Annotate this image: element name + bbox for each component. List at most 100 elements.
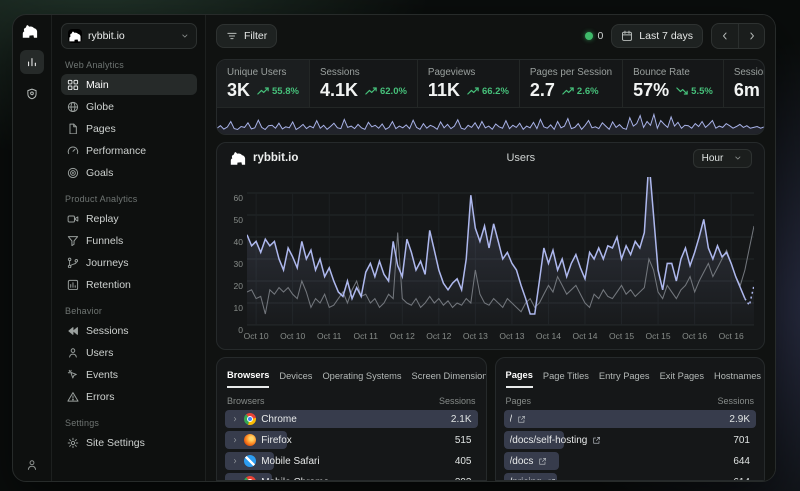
y-tick-label: 10 xyxy=(234,303,243,313)
sidebar-item-sessions[interactable]: Sessions xyxy=(61,320,197,341)
browsers-panel-columns: Browsers Sessions xyxy=(217,391,486,410)
stat-change: 55.8% xyxy=(272,86,299,97)
site-selector[interactable]: rybbit.io xyxy=(61,23,197,49)
plot-area[interactable] xyxy=(247,177,754,329)
user-account-icon[interactable] xyxy=(26,459,38,471)
tab-devices[interactable]: Devices xyxy=(279,371,312,387)
chevron-left-icon xyxy=(719,30,731,42)
plot-wrap: 0102030405060 xyxy=(217,173,764,329)
sidebar-item-label: Errors xyxy=(86,391,115,403)
row-content: / xyxy=(504,414,533,425)
stat-bounce-rate[interactable]: Bounce Rate57%5.5% xyxy=(623,60,724,107)
table-row[interactable]: Mobile Safari405 xyxy=(225,452,478,470)
x-tick-label: Oct 13 xyxy=(499,331,524,341)
sidebar-item-label: Site Settings xyxy=(86,437,145,449)
y-axis: 0102030405060 xyxy=(223,177,247,329)
sidebar-item-pages[interactable]: Pages xyxy=(61,118,197,139)
external-link-icon[interactable] xyxy=(538,457,547,466)
sidebar-item-site-settings[interactable]: Site Settings xyxy=(61,432,197,453)
external-link-icon[interactable] xyxy=(517,415,526,424)
date-pager xyxy=(711,23,765,49)
sidebar-item-label: Events xyxy=(86,369,118,381)
trend-down-icon xyxy=(676,86,688,96)
sidebar-item-label: Main xyxy=(86,79,109,91)
chart-title: Users xyxy=(349,152,693,164)
sidebar-item-errors[interactable]: Errors xyxy=(61,386,197,407)
table-row[interactable]: /docs644 xyxy=(504,452,757,470)
sidebar-item-users[interactable]: Users xyxy=(61,342,197,363)
table-row[interactable]: Firefox515 xyxy=(225,431,478,449)
topbar-right: 0 Last 7 days xyxy=(585,23,765,49)
tab-page-titles[interactable]: Page Titles xyxy=(543,371,589,387)
tab-browsers[interactable]: Browsers xyxy=(227,370,269,388)
live-visitors: 0 xyxy=(585,30,604,42)
chevron-right-icon[interactable] xyxy=(231,436,239,444)
sidebar-item-label: Users xyxy=(86,347,113,359)
warning-icon xyxy=(67,391,79,403)
sidebar-item-journeys[interactable]: Journeys xyxy=(61,252,197,273)
stat-value: 11K xyxy=(428,80,460,101)
stat-trend: 5.5% xyxy=(676,86,713,97)
table-row[interactable]: /docs/self-hosting701 xyxy=(504,431,757,449)
stat-trend: 66.2% xyxy=(467,86,509,97)
interval-select[interactable]: Hour xyxy=(693,149,752,168)
chevron-right-icon[interactable] xyxy=(231,457,239,465)
tab-exit-pages[interactable]: Exit Pages xyxy=(660,371,704,387)
chart-site-name: rybbit.io xyxy=(253,152,298,164)
external-link-icon[interactable] xyxy=(547,478,556,481)
table-row[interactable]: /pricing614 xyxy=(504,473,757,481)
chevron-down-icon xyxy=(180,31,190,41)
chrome-icon xyxy=(244,413,256,425)
stat-session-duration[interactable]: Session Duration6m 22s9.6% xyxy=(724,60,765,107)
sidebar-item-goals[interactable]: Goals xyxy=(61,162,197,183)
x-tick-label: Oct 14 xyxy=(536,331,561,341)
tab-entry-pages[interactable]: Entry Pages xyxy=(599,371,650,387)
sidebar-item-main[interactable]: Main xyxy=(61,74,197,95)
analytics-rail-button[interactable] xyxy=(20,50,44,74)
sidebar-item-events[interactable]: Events xyxy=(61,364,197,385)
row-label: /docs/self-hosting xyxy=(510,435,588,446)
sidebar-item-globe[interactable]: Globe xyxy=(61,96,197,117)
icon-rail xyxy=(13,15,52,481)
shield-rail-button[interactable] xyxy=(20,82,44,106)
stat-unique-users[interactable]: Unique Users3K55.8% xyxy=(217,60,310,107)
tab-hostnames[interactable]: Hostnames xyxy=(714,371,761,387)
table-row[interactable]: Chrome2.1K xyxy=(225,410,478,428)
table-row[interactable]: /2.9K xyxy=(504,410,757,428)
row-bar xyxy=(504,410,757,428)
pointer-icon xyxy=(67,369,79,381)
row-value: 614 xyxy=(733,477,750,482)
stat-sessions[interactable]: Sessions4.1K62.0% xyxy=(310,60,418,107)
rybbit-logo-icon xyxy=(229,151,247,166)
y-tick-label: 60 xyxy=(234,193,243,203)
row-content: Mobile Safari xyxy=(225,455,326,467)
stat-pages-per-session[interactable]: Pages per Session2.72.6% xyxy=(520,60,623,107)
date-range-button[interactable]: Last 7 days xyxy=(611,24,703,48)
chevron-right-icon[interactable] xyxy=(231,478,239,481)
chevron-right-icon[interactable] xyxy=(231,415,239,423)
row-content: /docs xyxy=(504,456,554,467)
tab-pages[interactable]: Pages xyxy=(506,370,533,388)
table-row[interactable]: Mobile Chrome393 xyxy=(225,473,478,481)
sidebar-item-funnels[interactable]: Funnels xyxy=(61,230,197,251)
sidebar-item-performance[interactable]: Performance xyxy=(61,140,197,161)
stat-line: 2.72.6% xyxy=(530,80,612,101)
sidebar-item-retention[interactable]: Retention xyxy=(61,274,197,295)
rewind-icon xyxy=(67,325,79,337)
globe-icon xyxy=(67,101,79,113)
stat-pageviews[interactable]: Pageviews11K66.2% xyxy=(418,60,520,107)
tab-screen-dimensions[interactable]: Screen Dimensions xyxy=(412,371,486,387)
next-period-button[interactable] xyxy=(738,24,764,48)
x-tick-label: Oct 16 xyxy=(719,331,744,341)
sidebar-item-replay[interactable]: Replay xyxy=(61,208,197,229)
chevron-down-icon xyxy=(733,153,743,163)
external-link-icon[interactable] xyxy=(592,436,601,445)
filter-button[interactable]: Filter xyxy=(216,24,277,48)
prev-period-button[interactable] xyxy=(712,24,738,48)
funnel-icon xyxy=(67,235,79,247)
stats-row: Unique Users3K55.8%Sessions4.1K62.0% Page… xyxy=(217,60,764,107)
tab-operating-systems[interactable]: Operating Systems xyxy=(322,371,401,387)
row-label: / xyxy=(510,414,513,425)
main-content: Filter 0 Last 7 days Unique Users3K55.8 xyxy=(206,15,775,481)
sidebar-section-label: Web Analytics xyxy=(65,60,193,70)
